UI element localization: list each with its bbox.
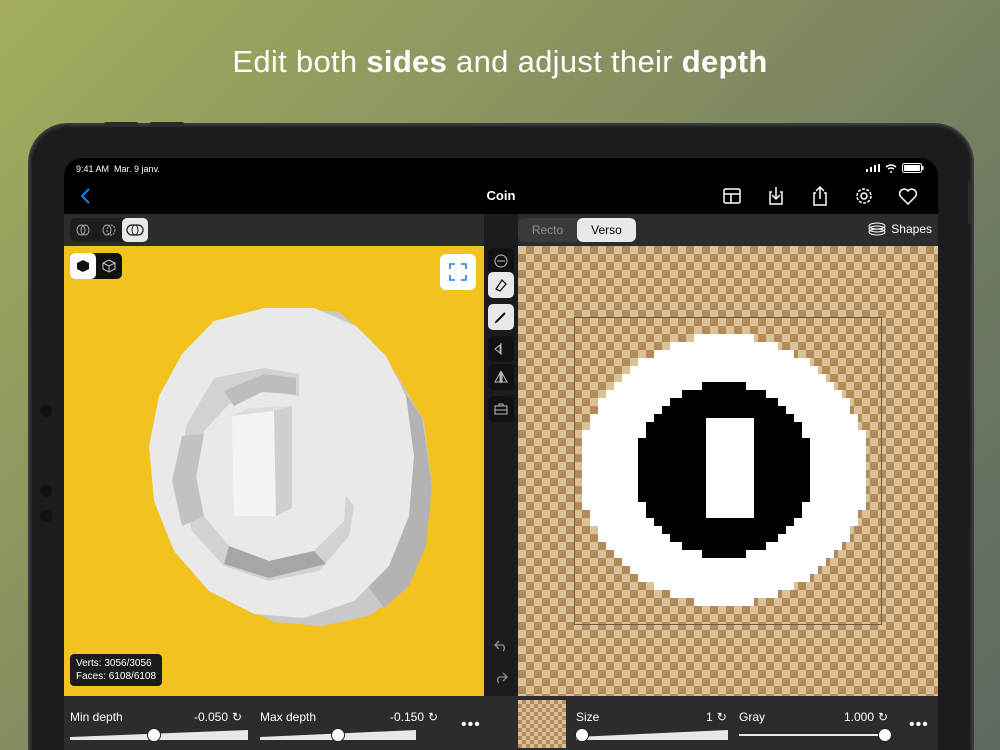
min-depth-label: Min depth [70, 710, 123, 724]
shapes-icon [868, 222, 886, 236]
undo-icon[interactable] [488, 632, 514, 658]
fullscreen-button[interactable] [440, 254, 476, 290]
min-depth-value: -0.050 ↻ [194, 710, 242, 724]
camera-dot [40, 510, 52, 522]
max-depth-slider[interactable] [331, 728, 345, 742]
reset-icon[interactable]: ↻ [428, 710, 438, 724]
coin-3d-render [149, 308, 432, 626]
gray-track[interactable] [739, 730, 889, 740]
wireframe-cube-icon[interactable] [96, 253, 122, 279]
pencil-icon[interactable] [488, 304, 514, 330]
share-icon[interactable] [808, 184, 832, 208]
more-options-icon[interactable]: ••• [461, 716, 481, 734]
3d-viewport[interactable]: Verts: 3056/3056 Faces: 6108/6108 [64, 246, 484, 696]
download-icon[interactable] [764, 184, 788, 208]
status-time: 9:41 AM Mar. 9 janv. [76, 164, 160, 174]
app-screen: 9:41 AM Mar. 9 janv. Coin Recto Verso Sh… [64, 158, 938, 750]
shapes-button[interactable]: Shapes [867, 222, 932, 236]
shapes-label: Shapes [891, 222, 932, 236]
brush-bucket-icon[interactable] [488, 272, 514, 298]
face-toolbar: Recto Verso Shapes [518, 214, 938, 246]
layout-icon[interactable] [720, 184, 744, 208]
volume-button [104, 122, 138, 126]
verso-pixel-art [582, 334, 866, 606]
gray-value: 1.000 ↻ [844, 710, 888, 724]
battery-icon [902, 163, 924, 173]
camera-dot [40, 405, 52, 417]
headline: Edit both sides and adjust their depth [232, 44, 768, 79]
reset-icon[interactable]: ↻ [232, 710, 242, 724]
min-depth-number: -0.050 [194, 710, 229, 724]
filter-icon[interactable] [488, 248, 514, 274]
size-number: 1 [706, 710, 713, 724]
reset-icon[interactable]: ↻ [878, 710, 888, 724]
max-depth-label: Max depth [260, 710, 317, 724]
mesh-stats: Verts: 3056/3056 Faces: 6108/6108 [70, 654, 163, 686]
brush-preview[interactable] [518, 700, 566, 748]
camera-dot [40, 485, 52, 497]
front-side-icon[interactable] [70, 218, 96, 242]
back-side-icon[interactable] [96, 218, 122, 242]
status-bar: 9:41 AM Mar. 9 janv. [64, 158, 938, 178]
gray-slider[interactable] [878, 728, 892, 742]
both-sides-icon[interactable] [122, 218, 148, 242]
max-depth-value: -0.150 ↻ [390, 710, 438, 724]
volume-button [150, 122, 184, 126]
wifi-icon [885, 163, 897, 173]
redo-icon[interactable] [488, 664, 514, 690]
max-depth-number: -0.150 [390, 710, 425, 724]
tab-recto[interactable]: Recto [518, 218, 577, 242]
more-options-icon[interactable]: ••• [909, 716, 929, 734]
settings-icon[interactable] [852, 184, 876, 208]
min-depth-slider[interactable] [147, 728, 161, 742]
pixel-canvas[interactable] [518, 246, 938, 696]
reset-icon[interactable]: ↻ [717, 710, 727, 724]
solid-cube-icon[interactable] [70, 253, 96, 279]
verts-count: Verts: 3056/3056 [76, 658, 152, 669]
power-button [968, 180, 972, 224]
size-value: 1 ↻ [706, 710, 727, 724]
tab-verso[interactable]: Verso [577, 218, 636, 242]
navigation-bar: Coin [64, 178, 938, 214]
toolbox-icon[interactable] [488, 396, 514, 422]
heart-icon[interactable] [896, 184, 920, 208]
signal-icon [866, 164, 880, 172]
depth-controls: Min depth -0.050 ↻ Max depth -0.150 ↻ ••• … [64, 696, 938, 750]
mirror-horizontal-icon[interactable] [488, 336, 514, 362]
size-track[interactable] [576, 730, 728, 740]
tool-column [484, 246, 518, 696]
gray-number: 1.000 [844, 710, 875, 724]
mirror-vertical-icon[interactable] [488, 364, 514, 390]
fullscreen-icon [449, 263, 467, 281]
size-slider[interactable] [575, 728, 589, 742]
side-mode-segment [70, 218, 148, 242]
side-mode-toolbar [64, 214, 484, 246]
render-mode-toggle [70, 253, 122, 279]
size-label: Size [576, 710, 600, 724]
faces-count: Faces: 6108/6108 [76, 671, 157, 682]
status-icons [866, 163, 924, 173]
gray-label: Gray [739, 710, 766, 724]
face-segment: Recto Verso [518, 218, 636, 242]
